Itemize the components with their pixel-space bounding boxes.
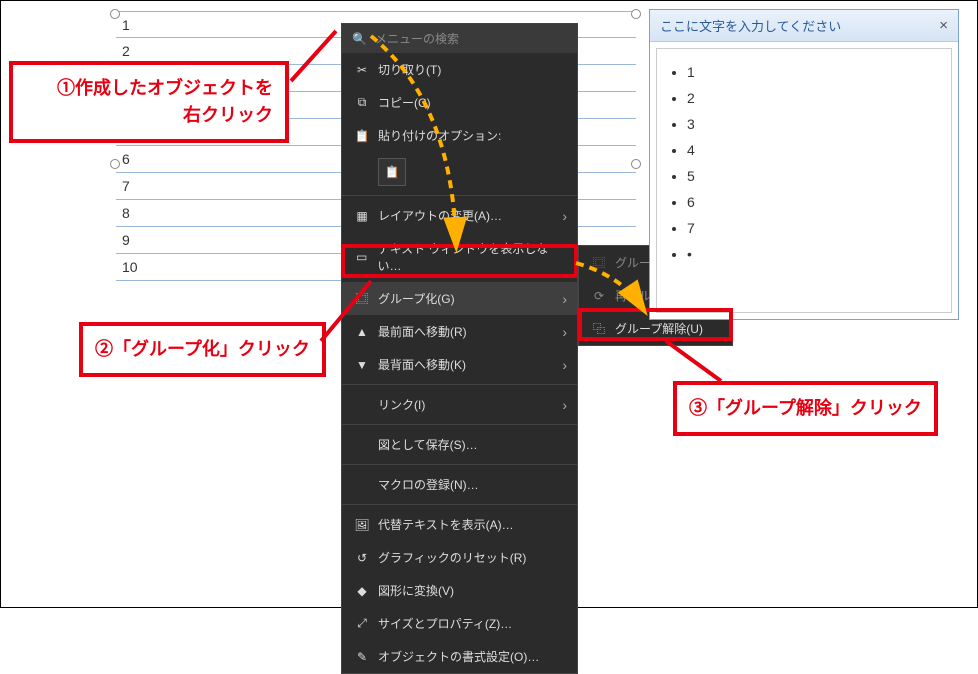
paste-icon: 📋	[352, 129, 372, 143]
menu-label: グループ解除(U)	[615, 320, 703, 337]
size-icon: ⤢	[352, 616, 372, 631]
menu-label: 図として保存(S)…	[378, 436, 478, 453]
row-num: 6	[122, 151, 130, 167]
bring-front-icon: ▲	[352, 325, 372, 339]
callout-text: ③「グループ解除」クリック	[689, 398, 922, 418]
menu-format-object[interactable]: ✎ オブジェクトの書式設定(O)…	[342, 640, 577, 673]
menu-label: テキスト ウィンドウを表示しない…	[377, 240, 567, 274]
menu-search[interactable]: 🔍 メニューの検索	[342, 24, 577, 53]
list-item[interactable]: •	[687, 241, 941, 267]
menu-label: グループ化(G)	[378, 290, 455, 307]
callout-text: 右クリック	[25, 102, 273, 129]
callout-1: ①作成したオブジェクトを 右クリック	[9, 61, 289, 143]
menu-search-placeholder: メニューの検索	[375, 30, 459, 47]
menu-label: リンク(I)	[378, 396, 425, 413]
menu-group[interactable]: ⿴ グループ化(G)	[342, 282, 577, 315]
menu-send-back[interactable]: ▼ 最背面へ移動(K)	[342, 348, 577, 381]
list-item[interactable]: 3	[687, 111, 941, 137]
textwindow-icon: ▭	[352, 250, 371, 264]
row-num: 2	[122, 43, 130, 59]
cut-icon: ✂	[352, 63, 372, 77]
context-menu: 🔍 メニューの検索 ✂ 切り取り(T) ⧉ コピー(C) 📋 貼り付けのオプショ…	[341, 23, 578, 674]
group-icon: ⿴	[589, 254, 609, 271]
row-num: 9	[122, 232, 130, 248]
text-input-panel: ここに文字を入力してください × 1 2 3 4 5 6 7 •	[649, 9, 959, 320]
callout-2: ②「グループ化」クリック	[79, 322, 326, 377]
list-item[interactable]: 5	[687, 163, 941, 189]
list-item[interactable]: 6	[687, 189, 941, 215]
layout-icon: ▦	[352, 209, 372, 223]
callout-3: ③「グループ解除」クリック	[673, 381, 938, 436]
menu-link[interactable]: リンク(I)	[342, 388, 577, 421]
menu-reset-graphic[interactable]: ↺ グラフィックのリセット(R)	[342, 541, 577, 574]
menu-bring-front[interactable]: ▲ 最前面へ移動(R)	[342, 315, 577, 348]
selection-handle[interactable]	[110, 9, 120, 19]
group-icon: ⿴	[352, 290, 372, 307]
menu-paste-options-label: 📋 貼り付けのオプション:	[342, 119, 577, 152]
menu-alt-text[interactable]: 🖼 代替テキストを表示(A)…	[342, 508, 577, 541]
row-num: 8	[122, 205, 130, 221]
copy-icon: ⧉	[352, 95, 372, 110]
row-num: 7	[122, 178, 130, 194]
paste-option-keep[interactable]: 📋	[378, 158, 406, 186]
menu-copy[interactable]: ⧉ コピー(C)	[342, 86, 577, 119]
close-icon[interactable]: ×	[939, 17, 948, 34]
menu-cut[interactable]: ✂ 切り取り(T)	[342, 53, 577, 86]
selection-handle[interactable]	[110, 159, 120, 169]
menu-layout-change[interactable]: ▦ レイアウトの変更(A)…	[342, 199, 577, 232]
paste-options-row: 📋	[342, 152, 577, 192]
text-panel-body[interactable]: 1 2 3 4 5 6 7 •	[656, 48, 952, 313]
selection-handle[interactable]	[631, 9, 641, 19]
list-item[interactable]: 7	[687, 215, 941, 241]
menu-label: 貼り付けのオプション:	[378, 127, 501, 144]
menu-label: 図形に変換(V)	[378, 582, 454, 599]
menu-label: マクロの登録(N)…	[378, 476, 479, 493]
alttext-icon: 🖼	[352, 518, 372, 532]
menu-assign-macro[interactable]: マクロの登録(N)…	[342, 468, 577, 501]
menu-label: オブジェクトの書式設定(O)…	[378, 648, 539, 665]
convert-icon: ◆	[352, 584, 372, 598]
list-item[interactable]: 4	[687, 137, 941, 163]
menu-hide-text-window[interactable]: ▭ テキスト ウィンドウを表示しない…	[342, 232, 577, 282]
selection-handle[interactable]	[631, 159, 641, 169]
menu-label: 代替テキストを表示(A)…	[378, 516, 514, 533]
format-icon: ✎	[352, 650, 372, 664]
callout-text: ①作成したオブジェクトを	[25, 75, 273, 102]
search-icon: 🔍	[352, 32, 367, 46]
text-panel-title-text: ここに文字を入力してください	[660, 16, 841, 35]
ungroup-icon: ⿻	[589, 320, 609, 337]
menu-label: 最背面へ移動(K)	[378, 356, 466, 373]
callout-text: ②「グループ化」クリック	[95, 339, 310, 359]
row-num: 10	[122, 259, 138, 275]
menu-label: グラフィックのリセット(R)	[378, 549, 526, 566]
send-back-icon: ▼	[352, 358, 372, 372]
list-item[interactable]: 2	[687, 85, 941, 111]
list-item[interactable]: 1	[687, 59, 941, 85]
menu-label: 最前面へ移動(R)	[378, 323, 467, 340]
reset-icon: ↺	[352, 551, 372, 565]
menu-save-as-pic[interactable]: 図として保存(S)…	[342, 428, 577, 461]
menu-convert-shape[interactable]: ◆ 図形に変換(V)	[342, 574, 577, 607]
menu-label: レイアウトの変更(A)…	[378, 207, 502, 224]
menu-label: サイズとプロパティ(Z)…	[378, 615, 512, 632]
menu-size-props[interactable]: ⤢ サイズとプロパティ(Z)…	[342, 607, 577, 640]
menu-label: 切り取り(T)	[378, 61, 441, 78]
menu-label: コピー(C)	[378, 94, 431, 111]
text-panel-titlebar[interactable]: ここに文字を入力してください ×	[650, 10, 958, 42]
regroup-icon: ⟳	[589, 289, 609, 303]
row-num: 1	[122, 17, 130, 33]
